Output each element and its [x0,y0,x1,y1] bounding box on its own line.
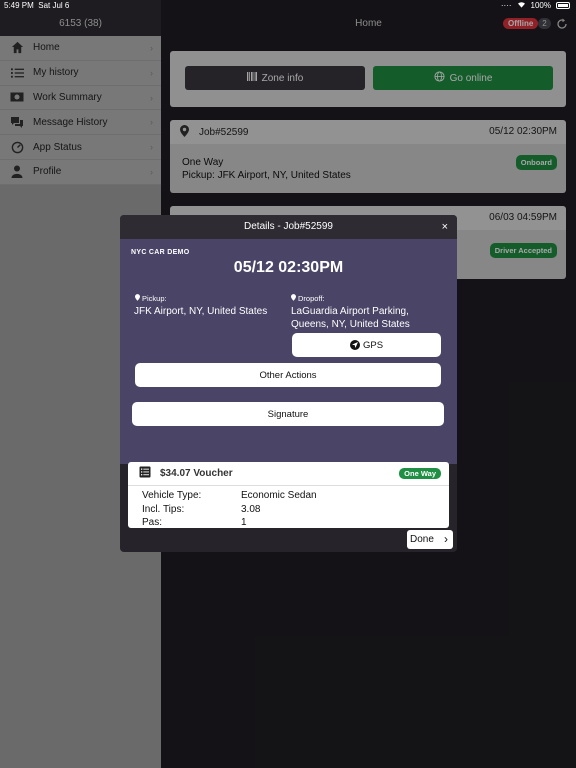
detail-key: Incl. Tips: [142,503,185,515]
modal-title: Details - Job#52599 [244,221,333,232]
other-actions-button[interactable]: Other Actions [135,363,441,387]
detail-row: Incl. Tips: 3.08 [142,504,449,518]
trip-type-badge: One Way [399,468,441,479]
signature-button[interactable]: Signature [132,402,444,426]
other-actions-label: Other Actions [259,369,317,381]
status-bar: 5:49 PM Sat Jul 6 ···· 100% [0,0,576,12]
battery-percent: 100% [530,1,551,10]
job-summary-panel: NYC CAR DEMO 05/12 02:30PM Pickup: JFK A… [120,239,457,464]
wifi-icon [517,1,526,10]
detail-value: 3.08 [241,503,261,515]
dropoff-address: LaGuardia Airport Parking, Queens, NY, U… [291,306,410,330]
close-icon[interactable]: × [442,215,448,239]
done-label: Done [410,534,434,545]
navigation-arrow-icon [349,340,360,350]
location-pin-icon [291,294,296,303]
voucher-card: $34.07 Voucher One Way Vehicle Type: Eco… [128,462,449,528]
receipt-list-icon [139,465,151,483]
location-pin-icon [135,294,140,303]
pickup-label-text: Pickup: [142,294,167,303]
detail-row: Pas: 1 [142,517,449,528]
voucher-header: $34.07 Voucher One Way [128,462,449,486]
pickup-time: 05/12 02:30PM [233,259,344,276]
pickup-address: JFK Airport, NY, United States [134,306,268,317]
status-time-date: 5:49 PM Sat Jul 6 [4,1,69,10]
voucher-details: Vehicle Type: Economic Sedan Incl. Tips:… [128,486,449,528]
company-name: NYC CAR DEMO [131,249,190,256]
status-time: 5:49 PM [4,1,34,10]
detail-key: Pas: [142,517,163,528]
status-date: Sat Jul 6 [38,1,70,10]
dropoff-label: Dropoff: [291,294,325,303]
detail-key: Vehicle Type: [142,490,202,501]
modal-header: Details - Job#52599 × [120,215,457,239]
detail-value: 1 [241,517,247,528]
chevron-right-icon: › [444,532,448,546]
dropoff-label-text: Dropoff: [298,294,325,303]
detail-row: Vehicle Type: Economic Sedan [142,490,449,504]
signal-dots-icon: ···· [500,1,512,10]
battery-icon [556,2,570,9]
pickup-label: Pickup: [135,294,167,303]
detail-value: Economic Sedan [241,490,317,501]
status-indicators: ···· 100% [501,1,570,10]
signature-label: Signature [267,408,309,420]
done-button[interactable]: Done › [407,530,453,549]
job-details-modal: Details - Job#52599 × NYC CAR DEMO 05/12… [120,215,457,552]
gps-label: GPS [362,339,384,351]
gps-button[interactable]: GPS [292,333,441,357]
voucher-amount: $34.07 Voucher [160,468,233,479]
